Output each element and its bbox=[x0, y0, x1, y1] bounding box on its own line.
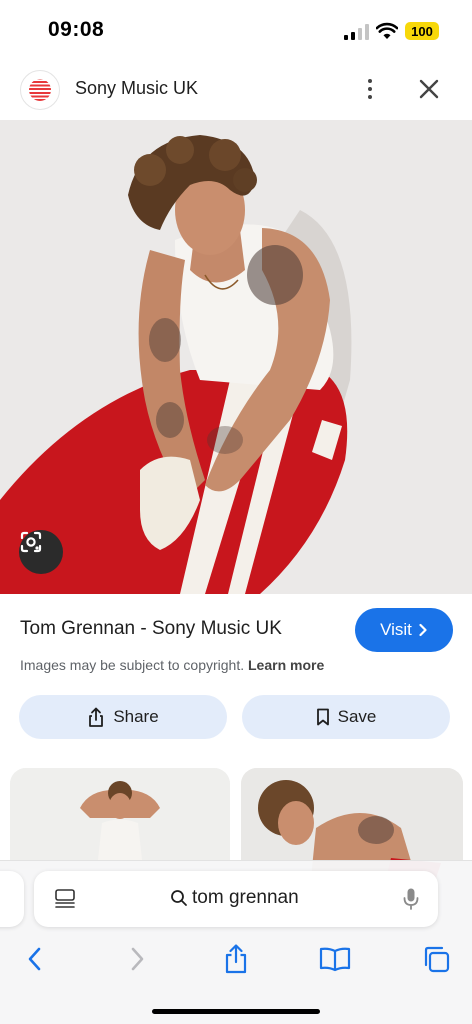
microphone-icon[interactable] bbox=[402, 887, 420, 911]
source-name[interactable]: Sony Music UK bbox=[75, 78, 198, 99]
close-icon[interactable] bbox=[414, 74, 444, 104]
source-header: Sony Music UK bbox=[0, 62, 472, 120]
save-label: Save bbox=[337, 707, 377, 726]
status-time: 09:08 bbox=[48, 18, 105, 41]
sony-music-logo-icon[interactable] bbox=[20, 70, 60, 110]
copyright-text: Images may be subject to copyright. bbox=[20, 657, 245, 673]
learn-more-link[interactable]: Learn more bbox=[248, 657, 324, 673]
chevron-right-icon bbox=[419, 623, 427, 637]
tab-overview-icon[interactable] bbox=[54, 888, 76, 910]
back-button[interactable] bbox=[15, 939, 55, 979]
address-bar[interactable]: tom grennan bbox=[34, 871, 438, 927]
visit-label: Visit bbox=[380, 620, 412, 639]
share-icon bbox=[225, 944, 247, 974]
share-button[interactable]: Share bbox=[19, 695, 227, 739]
source-logo-mark bbox=[29, 79, 51, 101]
search-query: tom grennan bbox=[192, 887, 299, 908]
bookmark-icon bbox=[316, 708, 329, 726]
bookmarks-button[interactable] bbox=[315, 939, 355, 979]
cellular-signal-icon bbox=[344, 24, 369, 40]
navigation-row bbox=[0, 939, 472, 979]
google-lens-icon bbox=[20, 531, 42, 553]
status-bar: 09:08 100 bbox=[0, 0, 472, 62]
back-icon bbox=[28, 947, 41, 971]
image-title[interactable]: Tom Grennan - Sony Music UK bbox=[20, 618, 282, 640]
search-icon bbox=[171, 890, 187, 906]
copyright-notice: Images may be subject to copyright. Lear… bbox=[20, 657, 324, 673]
more-vert-icon bbox=[368, 79, 372, 83]
save-button[interactable]: Save bbox=[242, 695, 450, 739]
main-image[interactable] bbox=[0, 120, 472, 594]
tabs-button[interactable] bbox=[416, 939, 456, 979]
home-indicator bbox=[152, 1009, 320, 1014]
forward-button[interactable] bbox=[117, 939, 157, 979]
battery-indicator: 100 bbox=[405, 22, 439, 40]
share-icon bbox=[89, 707, 104, 727]
tabs-icon bbox=[424, 946, 450, 973]
bookmarks-book-icon bbox=[319, 947, 351, 972]
share-label: Share bbox=[113, 707, 159, 726]
wifi-icon bbox=[376, 22, 398, 39]
previous-tab-preview[interactable] bbox=[0, 871, 24, 927]
visit-button[interactable]: Visit bbox=[355, 608, 453, 652]
more-options-button[interactable] bbox=[356, 74, 384, 104]
share-page-button[interactable] bbox=[216, 939, 256, 979]
forward-icon bbox=[131, 947, 144, 971]
image-info-row: Tom Grennan - Sony Music UK Visit bbox=[0, 608, 472, 652]
main-image-photo bbox=[0, 120, 472, 594]
browser-toolbar: tom grennan bbox=[0, 860, 472, 1024]
google-lens-button[interactable] bbox=[19, 530, 63, 574]
search-query-display[interactable]: tom grennan bbox=[170, 887, 299, 909]
